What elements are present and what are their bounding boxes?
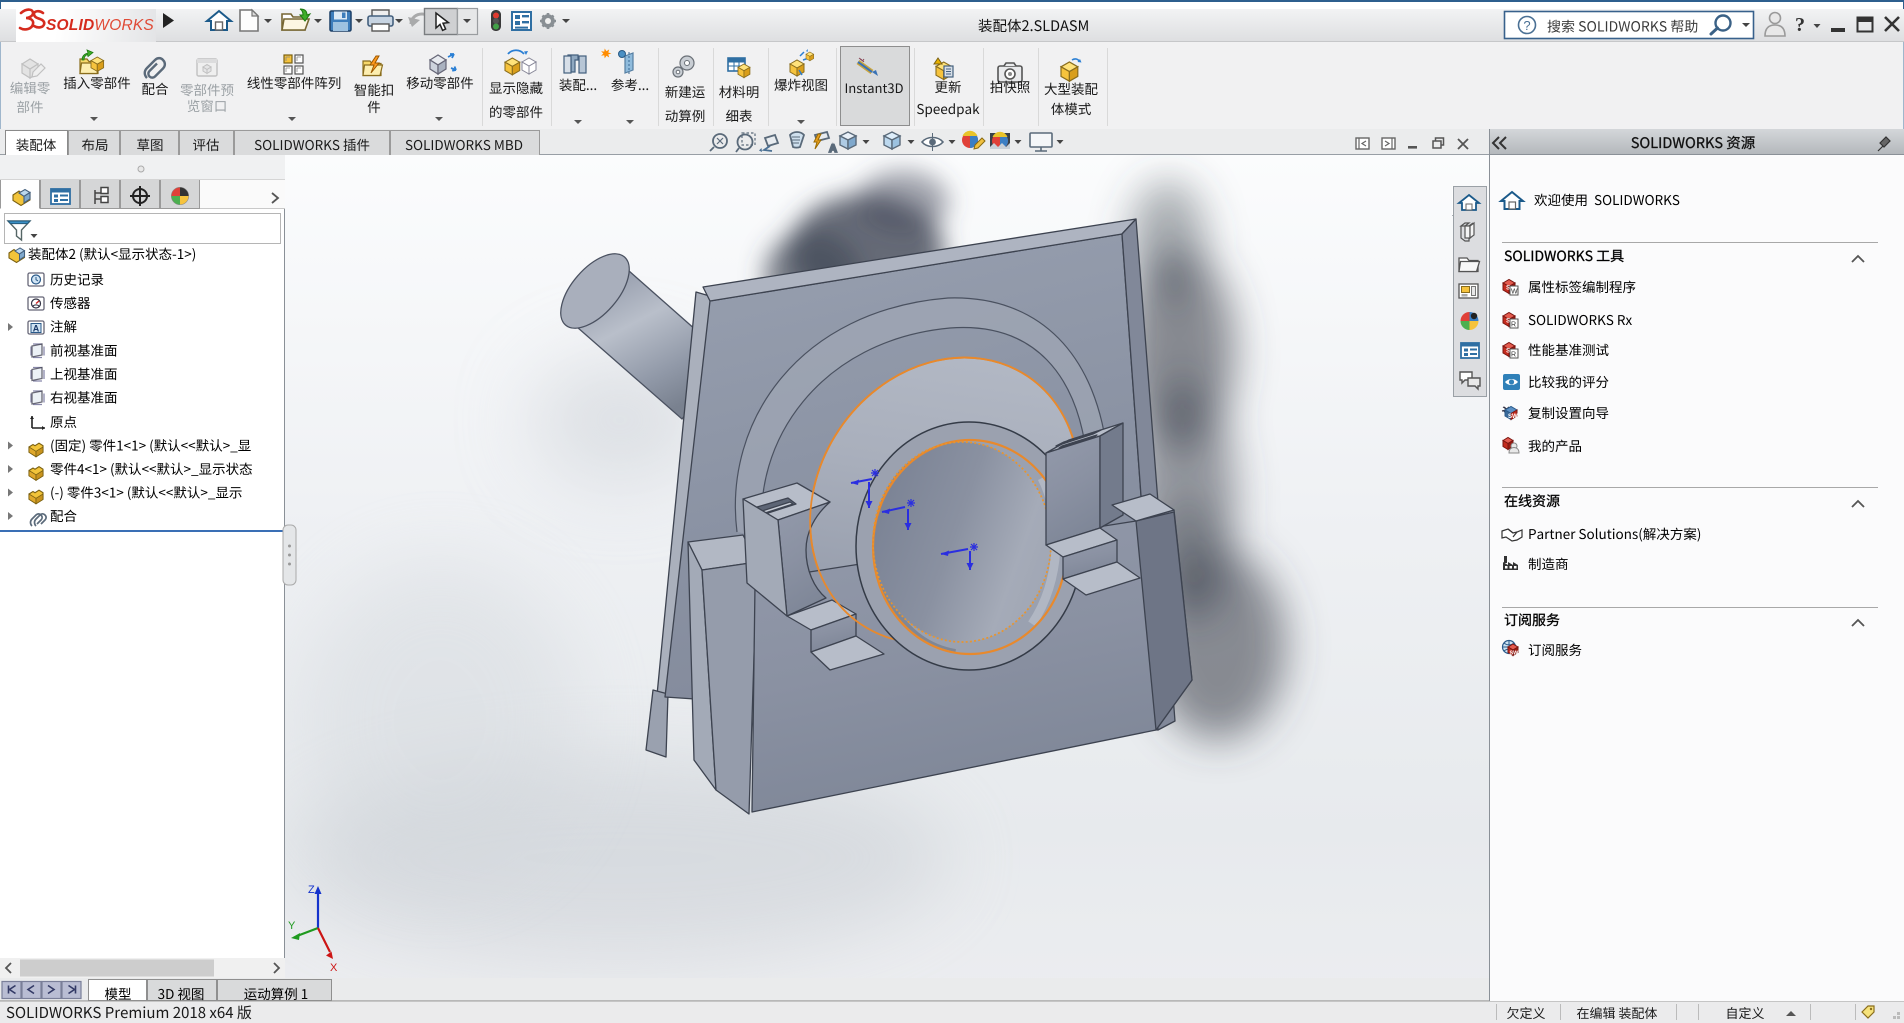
svg-text:X: X: [330, 962, 338, 974]
svg-text:Y: Y: [288, 920, 296, 932]
svg-text:Z: Z: [308, 884, 315, 896]
